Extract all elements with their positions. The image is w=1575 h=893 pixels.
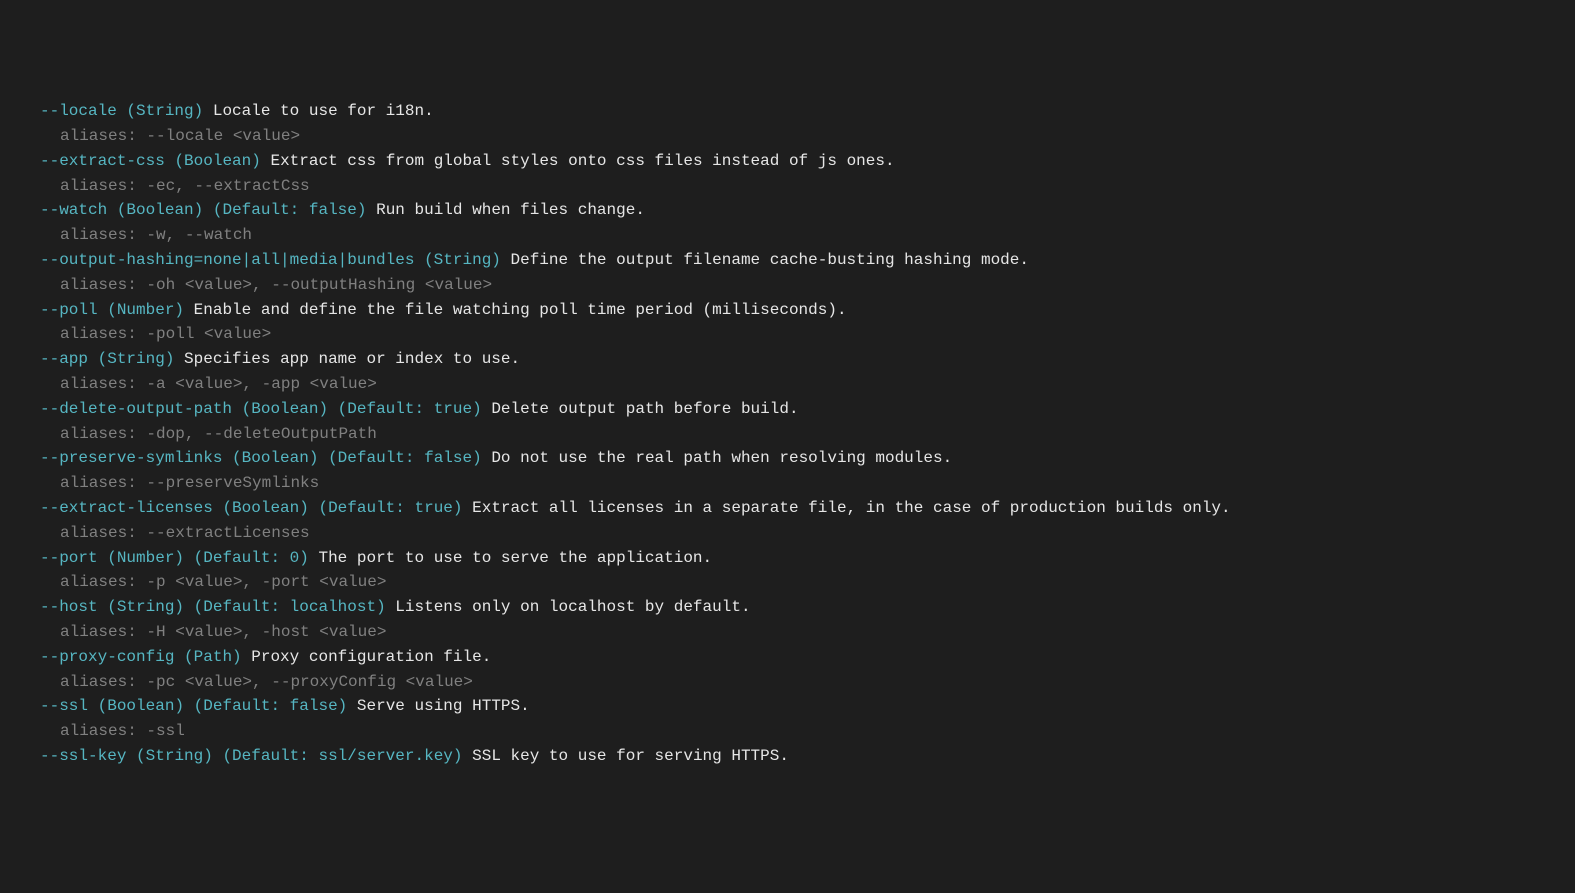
option-flag: --delete-output-path — [40, 400, 232, 418]
alias-line: aliases: --extractLicenses — [40, 521, 1575, 546]
alias-line: aliases: -ssl — [40, 719, 1575, 744]
option-type: (String) — [136, 747, 213, 765]
alias-line: aliases: -a <value>, -app <value> — [40, 372, 1575, 397]
option-description: Do not use the real path when resolving … — [491, 449, 952, 467]
option-line: --proxy-config (Path) Proxy configuratio… — [40, 645, 1575, 670]
option-aliases: aliases: -H <value>, -host <value> — [60, 623, 386, 641]
option-type: (Boolean) — [174, 152, 260, 170]
option-aliases: aliases: -ssl — [60, 722, 185, 740]
alias-line: aliases: -p <value>, -port <value> — [40, 570, 1575, 595]
option-default: (Default: false) — [328, 449, 482, 467]
option-description: Delete output path before build. — [491, 400, 798, 418]
option-line: --preserve-symlinks (Boolean) (Default: … — [40, 446, 1575, 471]
alias-line: aliases: --locale <value> — [40, 124, 1575, 149]
option-description: Locale to use for i18n. — [213, 102, 434, 120]
option-description: Run build when files change. — [376, 201, 645, 219]
option-aliases: aliases: -ec, --extractCss — [60, 177, 310, 195]
option-aliases: aliases: -poll <value> — [60, 325, 271, 343]
option-default: (Default: 0) — [194, 549, 309, 567]
option-line: --ssl-key (String) (Default: ssl/server.… — [40, 744, 1575, 769]
option-line: --output-hashing=none|all|media|bundles … — [40, 248, 1575, 273]
option-line: --delete-output-path (Boolean) (Default:… — [40, 397, 1575, 422]
option-flag: --extract-css — [40, 152, 165, 170]
terminal-output: --locale (String) Locale to use for i18n… — [0, 99, 1575, 769]
alias-line: aliases: -pc <value>, --proxyConfig <val… — [40, 670, 1575, 695]
option-type: (Boolean) — [117, 201, 203, 219]
option-type: (String) — [126, 102, 203, 120]
option-type: (String) — [424, 251, 501, 269]
option-type: (String) — [107, 598, 184, 616]
option-flag: --poll — [40, 301, 98, 319]
option-line: --host (String) (Default: localhost) Lis… — [40, 595, 1575, 620]
option-description: Specifies app name or index to use. — [184, 350, 520, 368]
option-type: (Boolean) — [242, 400, 328, 418]
option-line: --app (String) Specifies app name or ind… — [40, 347, 1575, 372]
option-line: --watch (Boolean) (Default: false) Run b… — [40, 198, 1575, 223]
option-line: --extract-licenses (Boolean) (Default: t… — [40, 496, 1575, 521]
option-aliases: aliases: --locale <value> — [60, 127, 300, 145]
option-line: --ssl (Boolean) (Default: false) Serve u… — [40, 694, 1575, 719]
option-description: The port to use to serve the application… — [318, 549, 712, 567]
option-line: --extract-css (Boolean) Extract css from… — [40, 149, 1575, 174]
option-default: (Default: localhost) — [194, 598, 386, 616]
option-default: (Default: false) — [213, 201, 367, 219]
option-description: Extract css from global styles onto css … — [270, 152, 894, 170]
option-description: Proxy configuration file. — [251, 648, 491, 666]
option-description: Extract all licenses in a separate file,… — [472, 499, 1231, 517]
option-aliases: aliases: -oh <value>, --outputHashing <v… — [60, 276, 492, 294]
option-default: (Default: true) — [338, 400, 482, 418]
option-type: (Number) — [107, 301, 184, 319]
option-aliases: aliases: -pc <value>, --proxyConfig <val… — [60, 673, 473, 691]
option-aliases: aliases: -dop, --deleteOutputPath — [60, 425, 377, 443]
option-flag: --port — [40, 549, 98, 567]
option-type: (Boolean) — [232, 449, 318, 467]
alias-line: aliases: -poll <value> — [40, 322, 1575, 347]
option-aliases: aliases: -p <value>, -port <value> — [60, 573, 386, 591]
option-flag: --app — [40, 350, 88, 368]
option-default: (Default: false) — [194, 697, 348, 715]
option-aliases: aliases: --preserveSymlinks — [60, 474, 319, 492]
option-description: Listens only on localhost by default. — [395, 598, 750, 616]
option-description: SSL key to use for serving HTTPS. — [472, 747, 789, 765]
option-type: (Path) — [184, 648, 242, 666]
option-line: --port (Number) (Default: 0) The port to… — [40, 546, 1575, 571]
option-line: --poll (Number) Enable and define the fi… — [40, 298, 1575, 323]
option-line: --locale (String) Locale to use for i18n… — [40, 99, 1575, 124]
option-aliases: aliases: --extractLicenses — [60, 524, 310, 542]
option-flag: --host — [40, 598, 98, 616]
option-flag: --output-hashing=none|all|media|bundles — [40, 251, 414, 269]
option-default: (Default: ssl/server.key) — [222, 747, 462, 765]
option-type: (Boolean) — [98, 697, 184, 715]
alias-line: aliases: -dop, --deleteOutputPath — [40, 422, 1575, 447]
option-flag: --ssl-key — [40, 747, 126, 765]
alias-line: aliases: -H <value>, -host <value> — [40, 620, 1575, 645]
option-description: Enable and define the file watching poll… — [194, 301, 847, 319]
option-flag: --locale — [40, 102, 117, 120]
option-description: Define the output filename cache-busting… — [511, 251, 1029, 269]
option-aliases: aliases: -w, --watch — [60, 226, 252, 244]
option-default: (Default: true) — [318, 499, 462, 517]
option-aliases: aliases: -a <value>, -app <value> — [60, 375, 377, 393]
alias-line: aliases: -oh <value>, --outputHashing <v… — [40, 273, 1575, 298]
option-flag: --preserve-symlinks — [40, 449, 222, 467]
option-type: (Number) — [107, 549, 184, 567]
option-description: Serve using HTTPS. — [357, 697, 530, 715]
option-flag: --extract-licenses — [40, 499, 213, 517]
option-flag: --watch — [40, 201, 107, 219]
alias-line: aliases: -ec, --extractCss — [40, 174, 1575, 199]
option-type: (Boolean) — [222, 499, 308, 517]
option-flag: --proxy-config — [40, 648, 174, 666]
option-type: (String) — [98, 350, 175, 368]
alias-line: aliases: -w, --watch — [40, 223, 1575, 248]
option-flag: --ssl — [40, 697, 88, 715]
alias-line: aliases: --preserveSymlinks — [40, 471, 1575, 496]
